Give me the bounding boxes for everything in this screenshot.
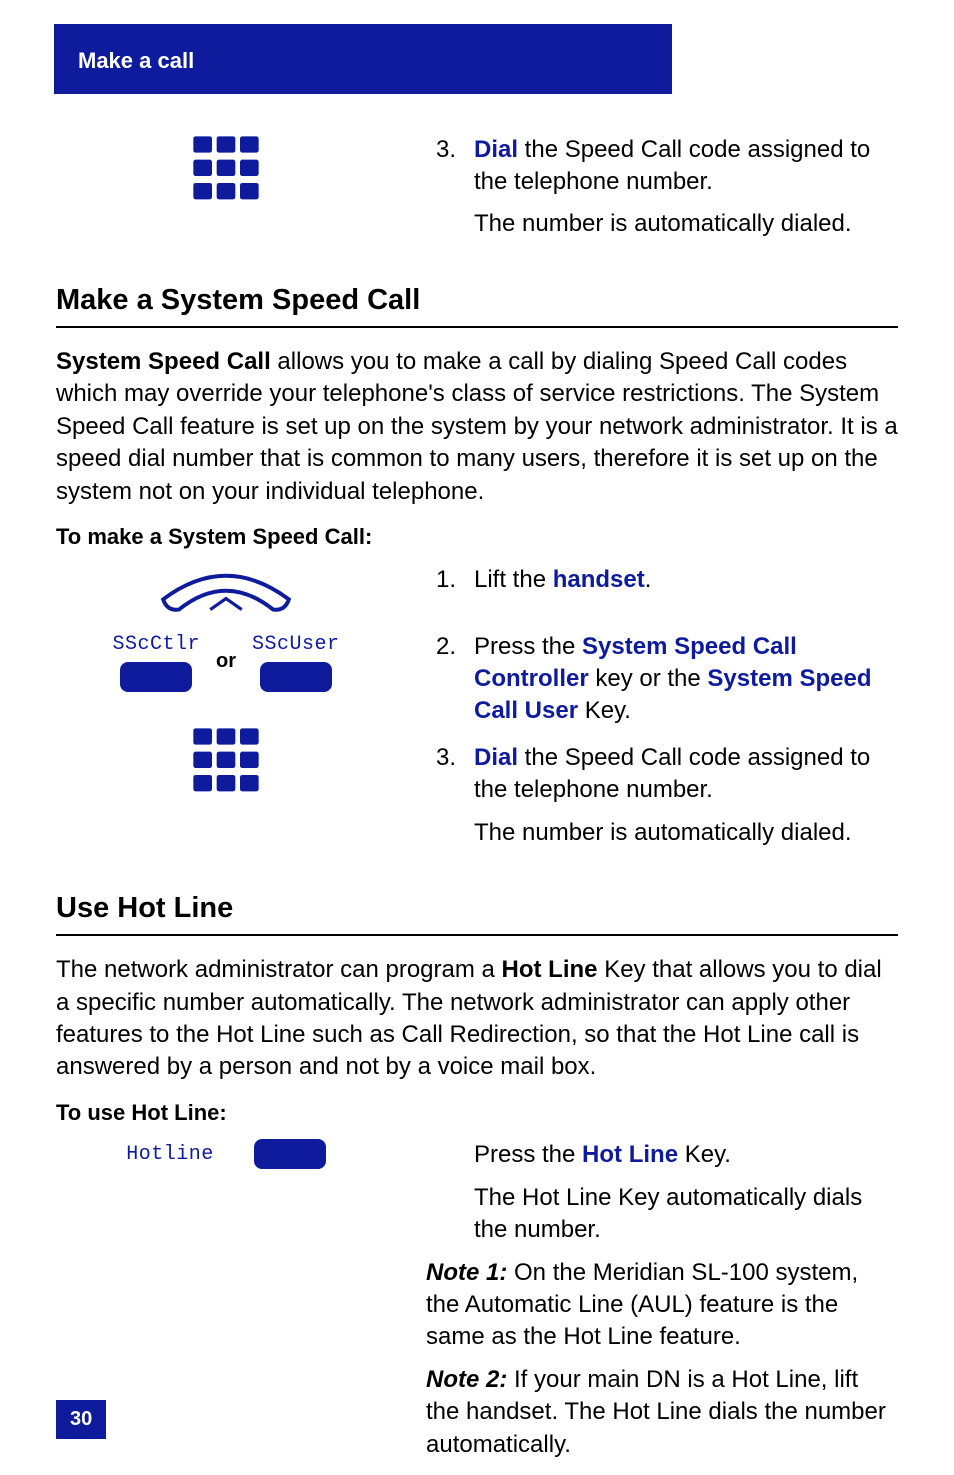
step-subtext: The number is automatically dialed. (474, 817, 898, 849)
step-text-pre: Press the (474, 633, 582, 660)
keypad-icon (191, 134, 261, 204)
note-2-label: Note 2: (426, 1366, 507, 1393)
step-text-post: . (645, 566, 652, 593)
dial-word: Dial (474, 744, 518, 771)
keypad-icon-col (56, 134, 396, 255)
ssc-ctlr-label: SScCtlr (112, 631, 200, 658)
ssc-user-key[interactable] (260, 662, 332, 692)
dial-word: Dial (474, 136, 518, 163)
header-tab: Make a call (54, 24, 672, 94)
hotline-step-pre: Press the (474, 1141, 582, 1168)
page-number: 30 (56, 1400, 106, 1439)
step-text-pre: Lift the (474, 566, 553, 593)
handset-word: handset (553, 566, 645, 593)
step-text-post: Key. (578, 697, 631, 724)
hotline-key[interactable] (254, 1139, 326, 1169)
heading-system-speed-call: Make a System Speed Call (56, 281, 898, 328)
step-text: the Speed Call code assigned to the tele… (474, 744, 870, 803)
step-number: 3. (426, 742, 456, 849)
hotline-intro-pre: The network administrator can program a (56, 956, 502, 983)
ssc-user-label: SScUser (252, 631, 340, 658)
step-number: 2. (426, 631, 456, 728)
hotline-intro-bold: Hot Line (502, 956, 598, 983)
note-2: Note 2: If your main DN is a Hot Line, l… (426, 1364, 898, 1461)
ssc-ctlr-key[interactable] (120, 662, 192, 692)
step-item: 1. Lift the handset. (426, 564, 898, 596)
step-text: the Speed Call code assigned to the tele… (474, 136, 870, 195)
note-1: Note 1: On the Meridian SL-100 system, t… (426, 1257, 898, 1354)
system-intro-bold: System Speed Call (56, 348, 271, 375)
page-header: Make a call (54, 24, 898, 94)
hotline-to-use-label: To use Hot Line: (56, 1098, 898, 1128)
soft-key-group: SScCtlr or SScUser (112, 631, 339, 692)
hotline-key-label: Hotline (126, 1141, 214, 1168)
system-to-make-label: To make a System Speed Call: (56, 522, 898, 552)
hotline-intro: The network administrator can program a … (56, 954, 898, 1084)
step-item: 2. Press the System Speed Call Controlle… (426, 631, 898, 728)
step-text-mid: key or the (589, 665, 708, 692)
note-1-label: Note 1: (426, 1259, 507, 1286)
hot-line-word: Hot Line (582, 1141, 678, 1168)
step-item: 3. Dial the Speed Call code assigned to … (426, 134, 898, 241)
step-subtext: The number is automatically dialed. (474, 208, 898, 240)
hotline-sub: The Hot Line Key automatically dials the… (474, 1182, 898, 1247)
system-intro: System Speed Call allows you to make a c… (56, 346, 898, 508)
hotline-step-post: Key. (678, 1141, 731, 1168)
keypad-icon (191, 726, 261, 796)
hotline-step: Press the Hot Line Key. (474, 1139, 898, 1171)
heading-hot-line: Use Hot Line (56, 889, 898, 936)
handset-icon (146, 564, 306, 619)
or-label: or (216, 648, 236, 675)
step-item: 3. Dial the Speed Call code assigned to … (426, 742, 898, 849)
step-number: 1. (426, 564, 456, 596)
step-number: 3. (426, 134, 456, 241)
